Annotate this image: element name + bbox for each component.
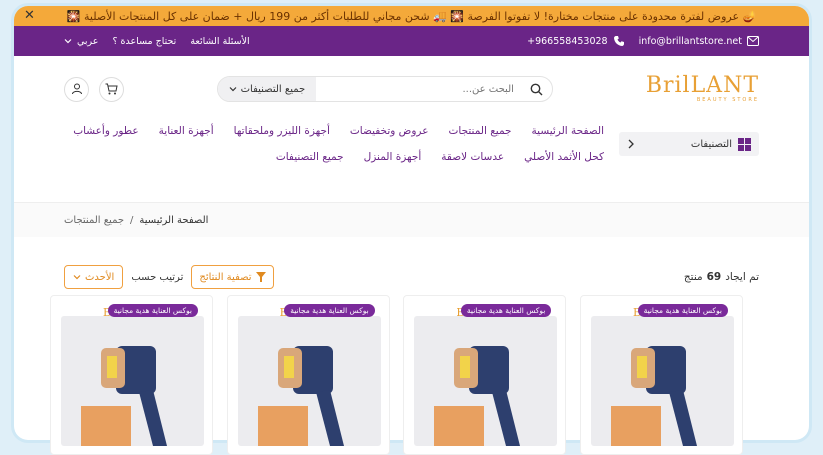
- categories-label: التصنيفات: [690, 138, 732, 150]
- count-number: 69: [706, 271, 722, 283]
- product-card[interactable]: BrilLANT بوكس العناية هدية مجانية: [226, 295, 390, 455]
- sort-label: ترتيب حسب: [131, 271, 184, 283]
- product-card[interactable]: BrilLANT بوكس العناية هدية مجانية: [579, 295, 743, 455]
- gift-badge: بوكس العناية هدية مجانية: [284, 304, 375, 317]
- header: جميع التصنيفات BrilLANT BEAUTY STORE: [14, 56, 809, 122]
- filter-icon: [255, 272, 266, 282]
- ipl-device-icon: [434, 346, 521, 446]
- phone-number: +966558453028: [527, 35, 608, 47]
- gift-badge: بوكس العناية هدية مجانية: [107, 304, 198, 317]
- nav-link-all-products[interactable]: جميع المنتجات: [449, 125, 512, 137]
- logo-tagline: BEAUTY STORE: [696, 97, 759, 103]
- nav-link-offers[interactable]: عروض وتخفيضات: [350, 125, 429, 137]
- search-button[interactable]: [522, 83, 552, 96]
- product-image[interactable]: [590, 316, 734, 446]
- help-link[interactable]: تحتاج مساعدة ؟: [112, 36, 176, 47]
- grid-icon: [738, 137, 751, 151]
- site-logo[interactable]: BrilLANT BEAUTY STORE: [645, 73, 759, 104]
- promo-text: 🪔 عروض لفترة محدودة على منتجات مختارة! ل…: [66, 9, 757, 23]
- product-image[interactable]: [61, 316, 204, 446]
- cart-icon: [105, 83, 118, 95]
- nav-link-laser-devices[interactable]: أجهزة الليزر وملحقاتها: [234, 125, 330, 137]
- chevron-down-icon: [64, 37, 72, 45]
- language-selector[interactable]: عربي: [64, 36, 98, 47]
- product-card[interactable]: BrilLANT بوكس العناية هدية مجانية: [403, 295, 567, 455]
- nav-link-contact-lenses[interactable]: عدسات لاصقة: [441, 151, 504, 163]
- mail-icon: [747, 36, 759, 46]
- ipl-device-icon: [81, 346, 167, 446]
- nav-link-home-devices[interactable]: أجهزة المنزل: [364, 151, 422, 163]
- main-navigation: التصنيفات الصفحة الرئيسية جميع المنتجات …: [14, 122, 809, 202]
- gift-badge: بوكس العناية هدية مجانية: [637, 304, 728, 317]
- filter-label: تصفية النتائج: [199, 271, 252, 283]
- ipl-device-icon: [257, 346, 344, 446]
- filter-button[interactable]: تصفية النتائج: [191, 265, 274, 289]
- nav-link-perfumes[interactable]: عطور وأعشاب: [73, 125, 138, 137]
- language-label: عربي: [77, 35, 99, 47]
- logo-wordmark: BrilLANT: [645, 73, 759, 98]
- count-prefix: تم ايجاد: [725, 271, 759, 283]
- email-contact[interactable]: info@brillantstore.net: [639, 36, 759, 47]
- product-image[interactable]: [237, 316, 381, 446]
- product-image[interactable]: [414, 316, 558, 446]
- promo-banner: 🪔 عروض لفترة محدودة على منتجات مختارة! ل…: [14, 6, 809, 26]
- sort-value: الأحدث: [85, 271, 115, 283]
- nav-row-secondary: كحل الأثمد الأصلي عدسات لاصقة أجهزة المن…: [276, 151, 604, 163]
- close-icon[interactable]: ✕: [24, 8, 35, 23]
- breadcrumb: الصفحة الرئيسية / جميع المنتجات: [14, 203, 809, 237]
- chevron-down-icon: [73, 273, 81, 281]
- nav-link-care-devices[interactable]: أجهزة العناية: [159, 125, 214, 137]
- top-bar: عربي تحتاج مساعدة ؟ الأسئلة الشائعة +966…: [14, 26, 809, 56]
- product-card[interactable]: BrilLANT بوكس العناية هدية مجانية: [50, 295, 213, 455]
- sort-select[interactable]: الأحدث: [64, 265, 124, 289]
- search-category-label: جميع التصنيفات: [240, 83, 306, 95]
- user-icon: [71, 83, 83, 95]
- search-icon: [530, 83, 543, 96]
- count-suffix: منتج: [683, 271, 703, 283]
- chevron-left-icon: [627, 139, 635, 149]
- phone-icon: [613, 35, 625, 47]
- search-bar: جميع التصنيفات: [216, 76, 553, 102]
- gift-badge: بوكس العناية هدية مجانية: [460, 304, 552, 317]
- faq-link[interactable]: الأسئلة الشائعة: [190, 36, 249, 47]
- product-grid: BrilLANT بوكس العناية هدية مجانية BrilLA…: [50, 295, 743, 455]
- nav-link-all-categories[interactable]: جميع التصنيفات: [276, 151, 344, 163]
- nav-link-kohl[interactable]: كحل الأثمد الأصلي: [524, 151, 604, 163]
- result-count: تم ايجاد69منتج: [684, 271, 759, 283]
- chevron-down-icon: [229, 85, 237, 93]
- account-button[interactable]: [64, 76, 89, 102]
- search-input[interactable]: [315, 77, 522, 101]
- search-category-select[interactable]: جميع التصنيفات: [217, 77, 316, 101]
- ipl-device-icon: [610, 346, 697, 446]
- nav-row-primary: الصفحة الرئيسية جميع المنتجات عروض وتخفي…: [73, 125, 604, 137]
- phone-contact[interactable]: +966558453028: [527, 35, 625, 47]
- breadcrumb-home[interactable]: الصفحة الرئيسية: [139, 215, 208, 226]
- breadcrumb-separator: /: [130, 214, 134, 226]
- categories-button[interactable]: التصنيفات: [619, 132, 759, 156]
- email-address: info@brillantstore.net: [638, 35, 742, 47]
- breadcrumb-current: جميع المنتجات: [64, 214, 125, 226]
- nav-link-home[interactable]: الصفحة الرئيسية: [532, 125, 604, 137]
- cart-button[interactable]: [99, 76, 124, 102]
